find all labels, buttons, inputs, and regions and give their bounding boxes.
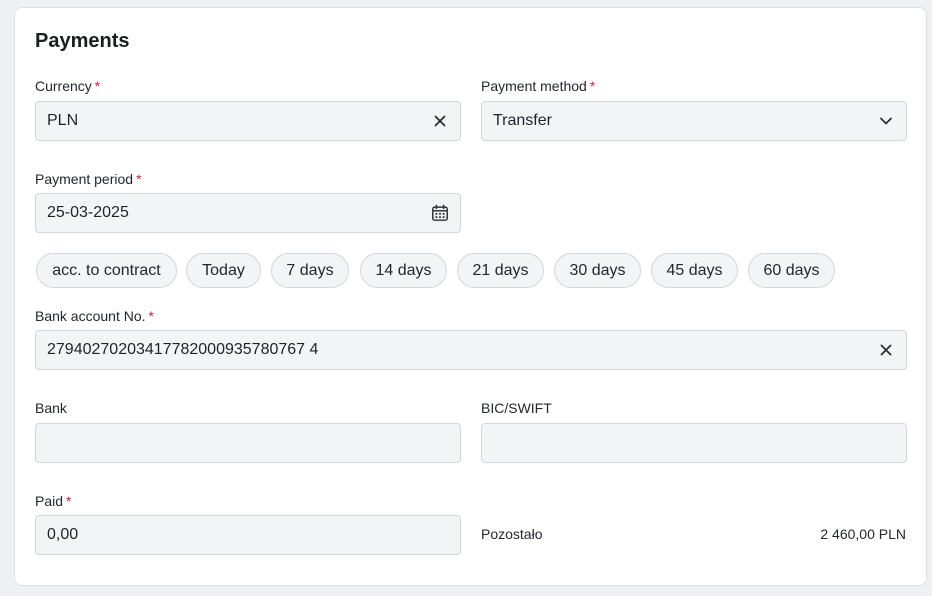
currency-label: Currency * [35, 78, 100, 94]
bank-label: Bank [35, 400, 67, 416]
close-icon[interactable] [877, 341, 895, 359]
payment-method-label-text: Payment method [481, 78, 587, 94]
required-mark: * [136, 171, 142, 187]
bank-account-label-text: Bank account No. [35, 308, 146, 324]
currency-label-text: Currency [35, 78, 92, 94]
chip-30-days[interactable]: 30 days [554, 253, 641, 288]
required-mark: * [94, 78, 101, 94]
bank-account-value: 27940270203417782000935780767 4 [47, 341, 319, 358]
currency-field[interactable]: PLN [35, 101, 461, 141]
required-mark: * [148, 308, 154, 324]
bank-account-field[interactable]: 27940270203417782000935780767 4 [35, 330, 907, 370]
calendar-icon[interactable] [431, 204, 449, 222]
payment-period-date-field[interactable]: 25-03-2025 [35, 193, 461, 233]
bank-field[interactable] [35, 423, 461, 463]
paid-label-text: Paid [35, 493, 64, 509]
chip-21-days[interactable]: 21 days [457, 253, 544, 288]
currency-value: PLN [47, 112, 79, 129]
chip-45-days[interactable]: 45 days [651, 253, 738, 288]
bic-swift-field[interactable] [481, 423, 907, 463]
chip-60-days[interactable]: 60 days [748, 253, 835, 288]
bic-swift-label: BIC/SWIFT [481, 400, 552, 416]
payment-period-label: Payment period * [35, 171, 142, 187]
section-title: Payments [35, 30, 130, 52]
required-mark: * [66, 493, 72, 509]
chip-acc-to-contract[interactable]: acc. to contract [36, 253, 177, 288]
remaining-label: Pozostało [481, 526, 543, 542]
bank-account-label: Bank account No. * [35, 308, 154, 324]
chip-14-days[interactable]: 14 days [360, 253, 447, 288]
close-icon[interactable] [431, 112, 449, 130]
payment-period-value: 25-03-2025 [47, 204, 129, 221]
remaining-value: 2 460,00 PLN [820, 526, 906, 542]
chip-today[interactable]: Today [186, 253, 261, 288]
chevron-down-icon[interactable] [877, 112, 895, 130]
paid-value: 0,00 [47, 526, 79, 543]
required-mark: * [589, 78, 596, 94]
payments-card: Payments Currency * PLN Payment method * T… [14, 7, 927, 586]
paid-label: Paid * [35, 493, 71, 509]
chip-7-days[interactable]: 7 days [271, 253, 349, 288]
payment-method-select[interactable]: Transfer [481, 101, 907, 141]
payment-method-label: Payment method * [481, 78, 595, 94]
paid-field[interactable]: 0,00 [35, 515, 461, 555]
payment-period-label-text: Payment period [35, 171, 134, 187]
payment-method-value: Transfer [493, 112, 552, 129]
